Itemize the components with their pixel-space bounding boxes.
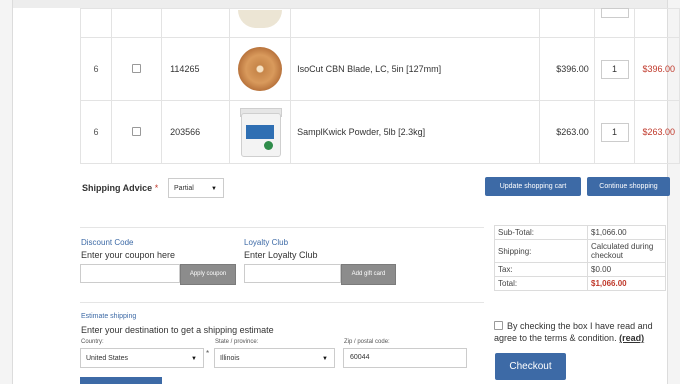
totals-row: Shipping: Calculated during checkout: [494, 239, 666, 263]
chevron-down-icon: ▼: [322, 356, 328, 362]
divider: [80, 302, 484, 303]
divider: [80, 227, 484, 228]
loyalty-title: Loyalty Club: [244, 238, 289, 247]
loyalty-note: Enter Loyalty Club: [244, 250, 318, 260]
country-value: United States: [86, 355, 129, 362]
product-image-cell: [228, 100, 292, 164]
estimate-shipping-note: Enter your destination to get a shipping…: [81, 325, 274, 335]
estimate-shipping-button[interactable]: [80, 377, 162, 384]
tax-label: Tax:: [494, 262, 588, 277]
row-sku: 203566: [161, 100, 230, 164]
state-value: Illinois: [220, 355, 240, 362]
jar-label: [245, 125, 274, 139]
terms-checkbox[interactable]: [494, 321, 503, 330]
country-label: Country:: [81, 339, 104, 345]
row-sku: [161, 8, 230, 38]
table-row: [80, 8, 680, 38]
tax-value: $0.00: [587, 262, 666, 277]
add-gift-card-button[interactable]: Add gift card: [341, 264, 396, 285]
totals-row: Tax: $0.00: [494, 262, 666, 277]
quantity-input[interactable]: 1: [600, 122, 629, 142]
state-select[interactable]: Illinois ▼: [214, 348, 335, 368]
table-row: 6 203566 SamplKwick Powder, 5lb [2.3kg] …: [80, 100, 680, 164]
product-name: [290, 8, 540, 38]
required-mark: *: [154, 183, 159, 193]
left-margin: [0, 0, 13, 384]
quantity-input[interactable]: 1: [600, 59, 629, 79]
cbn-blade-image[interactable]: [237, 47, 282, 91]
unit-price: [538, 8, 595, 38]
unit-price: $263.00: [538, 100, 595, 164]
shipping-value: Calculated during checkout: [587, 239, 666, 263]
zip-input[interactable]: 60044: [343, 348, 467, 368]
product-name[interactable]: IsoCut CBN Blade, LC, 5in [127mm]: [290, 37, 540, 101]
unit-price: $396.00: [538, 37, 595, 101]
row-checkbox-cell: [110, 8, 163, 38]
row-subtotal: $263.00: [634, 100, 680, 164]
chevron-down-icon: ▼: [191, 356, 197, 362]
discount-note: Enter your coupon here: [81, 250, 176, 260]
quantity-cell: 1: [593, 100, 636, 164]
terms-read-link[interactable]: (read): [619, 333, 644, 343]
subtotal-value: $1,066.00: [587, 225, 666, 240]
shipping-advice-value: Partial: [174, 185, 194, 192]
cart-table: 6 114265 IsoCut CBN Blade, LC, 5in [127m…: [80, 8, 680, 164]
shipping-advice-label: Shipping Advice *: [82, 183, 158, 193]
remove-checkbox[interactable]: [131, 126, 141, 136]
quantity-input[interactable]: [600, 8, 629, 18]
quantity-cell: [593, 8, 636, 38]
remove-checkbox[interactable]: [131, 63, 141, 73]
row-checkbox-cell: [110, 100, 163, 164]
product-image-cell: [228, 8, 292, 38]
row-subtotal: [634, 8, 680, 38]
continue-shopping-button[interactable]: Continue shopping: [587, 177, 670, 196]
terms-agreement: By checking the box I have read and agre…: [494, 320, 670, 344]
checkout-button[interactable]: Checkout: [495, 353, 566, 380]
total-label: Total:: [494, 276, 588, 291]
shipping-advice-text: Shipping Advice: [82, 183, 153, 193]
subtotal-label: Sub-Total:: [494, 225, 588, 240]
discount-title: Discount Code: [81, 238, 134, 247]
product-name[interactable]: SamplKwick Powder, 5lb [2.3kg]: [290, 100, 540, 164]
row-qty: [80, 8, 112, 38]
state-required-mark: *: [206, 349, 210, 358]
polishing-cloth-image[interactable]: [237, 10, 282, 28]
estimate-shipping-title: Estimate shipping: [81, 313, 137, 320]
gift-card-input[interactable]: [244, 264, 341, 283]
row-subtotal: $396.00: [634, 37, 680, 101]
totals-table: Sub-Total: $1,066.00 Shipping: Calculate…: [494, 225, 666, 291]
jar-dot: [263, 141, 273, 150]
totals-row: Sub-Total: $1,066.00: [494, 225, 666, 240]
product-image-cell: [228, 37, 292, 101]
update-cart-button[interactable]: Update shopping cart: [485, 177, 581, 196]
state-label: State / province:: [215, 339, 259, 345]
shipping-label: Shipping:: [494, 239, 588, 263]
powder-jar-image[interactable]: [238, 107, 282, 157]
chevron-down-icon: ▼: [211, 186, 217, 192]
zip-label: Zip / postal code:: [344, 339, 390, 345]
total-value: $1,066.00: [587, 276, 666, 291]
shipping-advice-select[interactable]: Partial ▼: [168, 178, 224, 198]
row-checkbox-cell: [110, 37, 163, 101]
row-qty: 6: [80, 37, 112, 101]
totals-row: Total: $1,066.00: [494, 276, 666, 291]
quantity-cell: 1: [593, 37, 636, 101]
window-top-edge: [0, 0, 680, 8]
row-qty: 6: [80, 100, 112, 164]
coupon-input[interactable]: [80, 264, 180, 283]
table-row: 6 114265 IsoCut CBN Blade, LC, 5in [127m…: [80, 37, 680, 101]
country-select[interactable]: United States ▼: [80, 348, 204, 368]
apply-coupon-button[interactable]: Apply coupon: [180, 264, 236, 285]
row-sku: 114265: [161, 37, 230, 101]
